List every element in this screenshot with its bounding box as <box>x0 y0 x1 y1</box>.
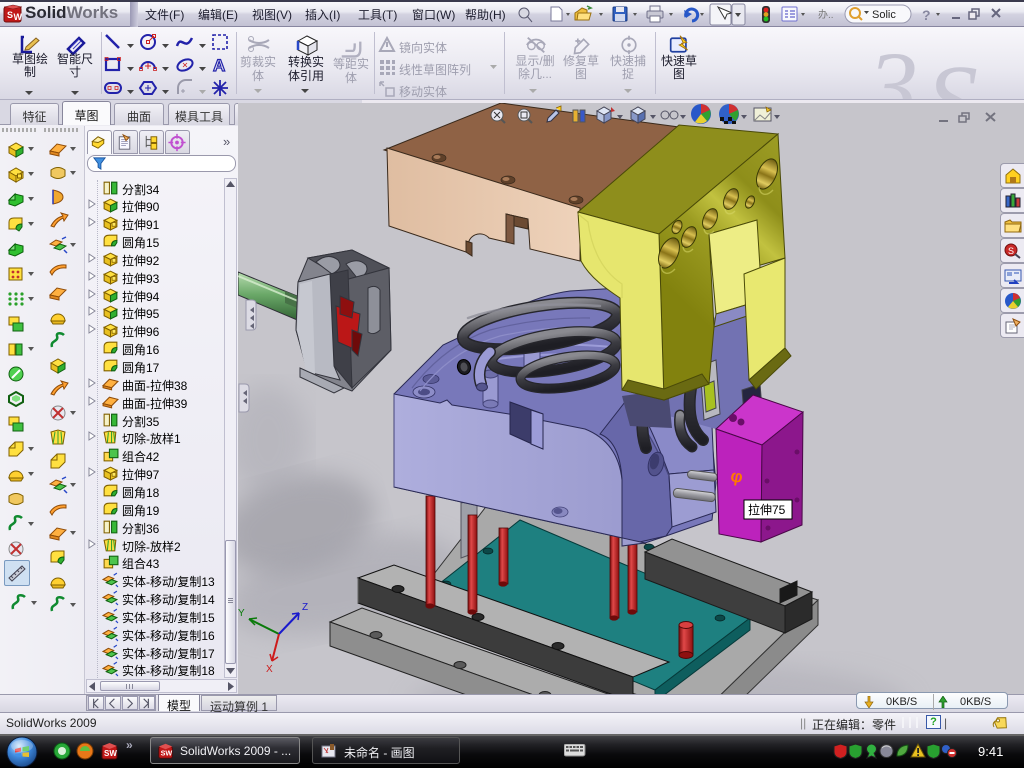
svg-text:办..: 办.. <box>818 8 834 21</box>
svg-text:Solic: Solic <box>872 9 896 21</box>
svg-text:X: X <box>266 664 273 675</box>
svg-text:S: S <box>926 44 978 99</box>
svg-text:S: S <box>7 10 13 20</box>
svg-text:?: ? <box>922 7 931 23</box>
svg-text:SW: SW <box>104 749 117 758</box>
svg-text:Y: Y <box>238 608 245 619</box>
svg-text:W: W <box>14 12 23 22</box>
svg-text:拉伸75: 拉伸75 <box>748 502 786 517</box>
svg-text:3: 3 <box>867 31 918 99</box>
svg-text:A: A <box>213 56 225 75</box>
svg-text:SW: SW <box>161 749 173 758</box>
svg-text:Z: Z <box>302 602 308 613</box>
svg-text:S: S <box>1008 246 1014 256</box>
